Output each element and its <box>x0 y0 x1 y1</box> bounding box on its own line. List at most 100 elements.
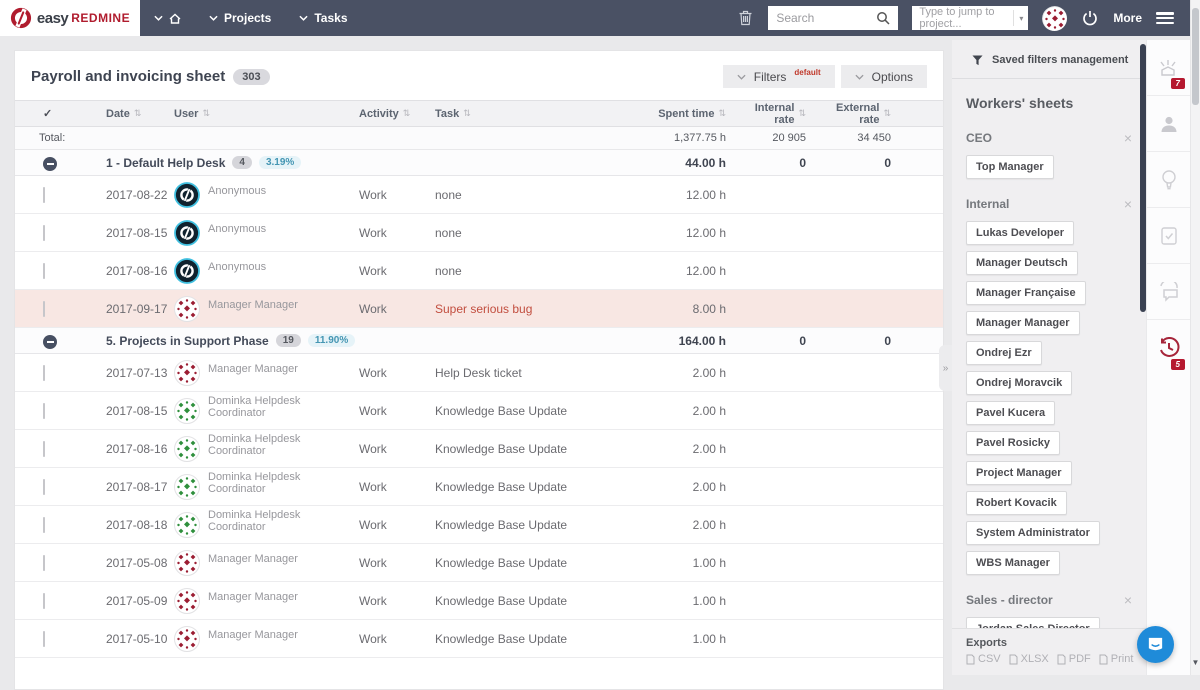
file-icon <box>1009 654 1018 665</box>
worker-filter-chip[interactable]: Project Manager <box>966 461 1072 485</box>
user-name: Dominka Helpdesk Coordinator <box>208 395 359 419</box>
nav-projects[interactable]: Projects <box>195 0 285 36</box>
collapse-group-icon[interactable] <box>43 157 57 171</box>
entry-task-link[interactable]: Knowledge Base Update <box>435 480 628 494</box>
worker-filter-chip[interactable]: Ondrej Ezr <box>966 341 1042 365</box>
entry-date: 2017-08-17 <box>106 480 174 494</box>
total-label: Total: <box>31 132 628 144</box>
entry-task-link[interactable]: Knowledge Base Update <box>435 632 628 646</box>
row-checkbox[interactable] <box>43 517 45 533</box>
worker-filter-chip[interactable]: Pavel Kucera <box>966 401 1055 425</box>
saved-filters-management[interactable]: Saved filters management <box>952 40 1146 79</box>
entry-task-link[interactable]: none <box>435 264 628 278</box>
entry-date: 2017-05-09 <box>106 594 174 608</box>
table-row: 2017-08-16 Anonymous Work none 12.00 h <box>15 252 943 290</box>
entry-task-link[interactable]: Super serious bug <box>435 302 628 316</box>
sort-icon: ⇅ <box>463 108 471 119</box>
entry-task-link[interactable]: Knowledge Base Update <box>435 442 628 456</box>
options-button[interactable]: Options <box>841 65 927 88</box>
entry-task-link[interactable]: Knowledge Base Update <box>435 518 628 532</box>
entry-task-link[interactable]: Knowledge Base Update <box>435 556 628 570</box>
sidebar-collapse-handle[interactable]: » <box>939 345 952 391</box>
close-icon[interactable]: × <box>1124 133 1132 143</box>
column-header-date[interactable]: Date⇅ <box>106 108 174 120</box>
collapse-group-icon[interactable] <box>43 335 57 349</box>
row-checkbox[interactable] <box>43 593 45 609</box>
sidebar-section: Internal × Lukas Developer Manager Deuts… <box>952 197 1146 575</box>
column-header-spent-time[interactable]: Spent time⇅ <box>628 108 738 120</box>
row-checkbox[interactable] <box>43 441 45 457</box>
file-icon <box>1057 654 1066 665</box>
user-avatar <box>174 398 200 424</box>
entry-date: 2017-05-10 <box>106 632 174 646</box>
clipboard-check-icon <box>1160 226 1178 246</box>
entry-task-link[interactable]: Knowledge Base Update <box>435 404 628 418</box>
hamburger-menu-icon[interactable] <box>1156 12 1174 24</box>
nav-home[interactable] <box>140 0 195 36</box>
worker-filter-chip[interactable]: Lukas Developer <box>966 221 1074 245</box>
jump-to-project-select[interactable]: Type to jump to project... ▾ <box>912 6 1028 30</box>
column-header-activity[interactable]: Activity⇅ <box>359 108 435 120</box>
column-header-user[interactable]: User⇅ <box>174 108 359 120</box>
close-icon[interactable]: × <box>1124 595 1132 605</box>
worker-filter-chip[interactable]: Pavel Rosicky <box>966 431 1060 455</box>
entry-task-link[interactable]: Knowledge Base Update <box>435 594 628 608</box>
support-chat-rail-button[interactable] <box>1147 264 1190 320</box>
sidebar-section-title: CEO <box>966 131 992 145</box>
entry-spent-time: 12.00 h <box>628 264 738 278</box>
export-link[interactable]: CSV <box>966 653 1001 665</box>
worker-filter-chip[interactable]: Ondrej Moravcik <box>966 371 1072 395</box>
nav-tasks[interactable]: Tasks <box>285 0 361 36</box>
export-link[interactable]: XLSX <box>1009 653 1049 665</box>
filters-button[interactable]: Filters default <box>723 65 835 88</box>
ideas-rail-button[interactable] <box>1147 152 1190 208</box>
intercom-chat-button[interactable] <box>1137 626 1174 663</box>
page-scrollbar[interactable]: ▼ <box>1190 0 1200 675</box>
scrollbar-thumb[interactable] <box>1192 8 1199 105</box>
row-checkbox[interactable] <box>43 263 45 279</box>
logout-power-icon[interactable] <box>1081 9 1099 27</box>
entry-task-link[interactable]: none <box>435 226 628 240</box>
entry-task-link[interactable]: Help Desk ticket <box>435 366 628 380</box>
table-row: 2017-09-17 Manager Manager Work Super se… <box>15 290 943 328</box>
history-rail-button[interactable]: 5 <box>1147 320 1190 376</box>
row-checkbox[interactable] <box>43 301 45 317</box>
more-menu[interactable]: More <box>1113 11 1142 25</box>
close-icon[interactable]: × <box>1124 199 1132 209</box>
worker-filter-chip[interactable]: Top Manager <box>966 155 1054 179</box>
search-input[interactable] <box>776 11 876 25</box>
entry-activity: Work <box>359 302 435 316</box>
row-checkbox[interactable] <box>43 479 45 495</box>
news-rail-button[interactable]: 7 <box>1147 40 1190 96</box>
row-checkbox[interactable] <box>43 555 45 571</box>
row-checkbox[interactable] <box>43 403 45 419</box>
row-checkbox[interactable] <box>43 365 45 381</box>
worker-filter-chip[interactable]: Robert Kovacik <box>966 491 1067 515</box>
total-spent-time: 1,377.75 h <box>628 132 738 144</box>
tasks-rail-button[interactable] <box>1147 208 1190 264</box>
export-link[interactable]: PDF <box>1057 653 1091 665</box>
export-link[interactable]: Print <box>1099 653 1134 665</box>
topbar: easyREDMINE Projects Tasks Type to jump … <box>0 0 1200 36</box>
worker-filter-chip[interactable]: WBS Manager <box>966 551 1060 575</box>
current-user-avatar[interactable] <box>1042 6 1067 31</box>
trash-icon[interactable] <box>736 9 754 27</box>
search-icon[interactable] <box>876 11 890 25</box>
worker-filter-chip[interactable]: Manager Manager <box>966 311 1080 335</box>
select-all-icon[interactable]: ✓ <box>31 107 106 120</box>
row-checkbox[interactable] <box>43 187 45 203</box>
row-checkbox[interactable] <box>43 225 45 241</box>
worker-filter-chip[interactable]: Manager Deutsch <box>966 251 1078 275</box>
column-header-external-rate[interactable]: External rate⇅ <box>818 102 903 126</box>
app-logo[interactable]: easyREDMINE <box>0 0 140 36</box>
entry-task-link[interactable]: none <box>435 188 628 202</box>
total-row: Total: 1,377.75 h 20 905 34 450 <box>15 127 943 150</box>
users-rail-button[interactable] <box>1147 96 1190 152</box>
row-checkbox[interactable] <box>43 631 45 647</box>
scrollbar-down-arrow[interactable]: ▼ <box>1191 658 1200 667</box>
worker-filter-chip[interactable]: Manager Française <box>966 281 1086 305</box>
worker-filter-chip[interactable]: System Administrator <box>966 521 1100 545</box>
column-header-internal-rate[interactable]: Internal rate⇅ <box>738 102 818 126</box>
entry-activity: Work <box>359 480 435 494</box>
column-header-task[interactable]: Task⇅ <box>435 108 628 120</box>
